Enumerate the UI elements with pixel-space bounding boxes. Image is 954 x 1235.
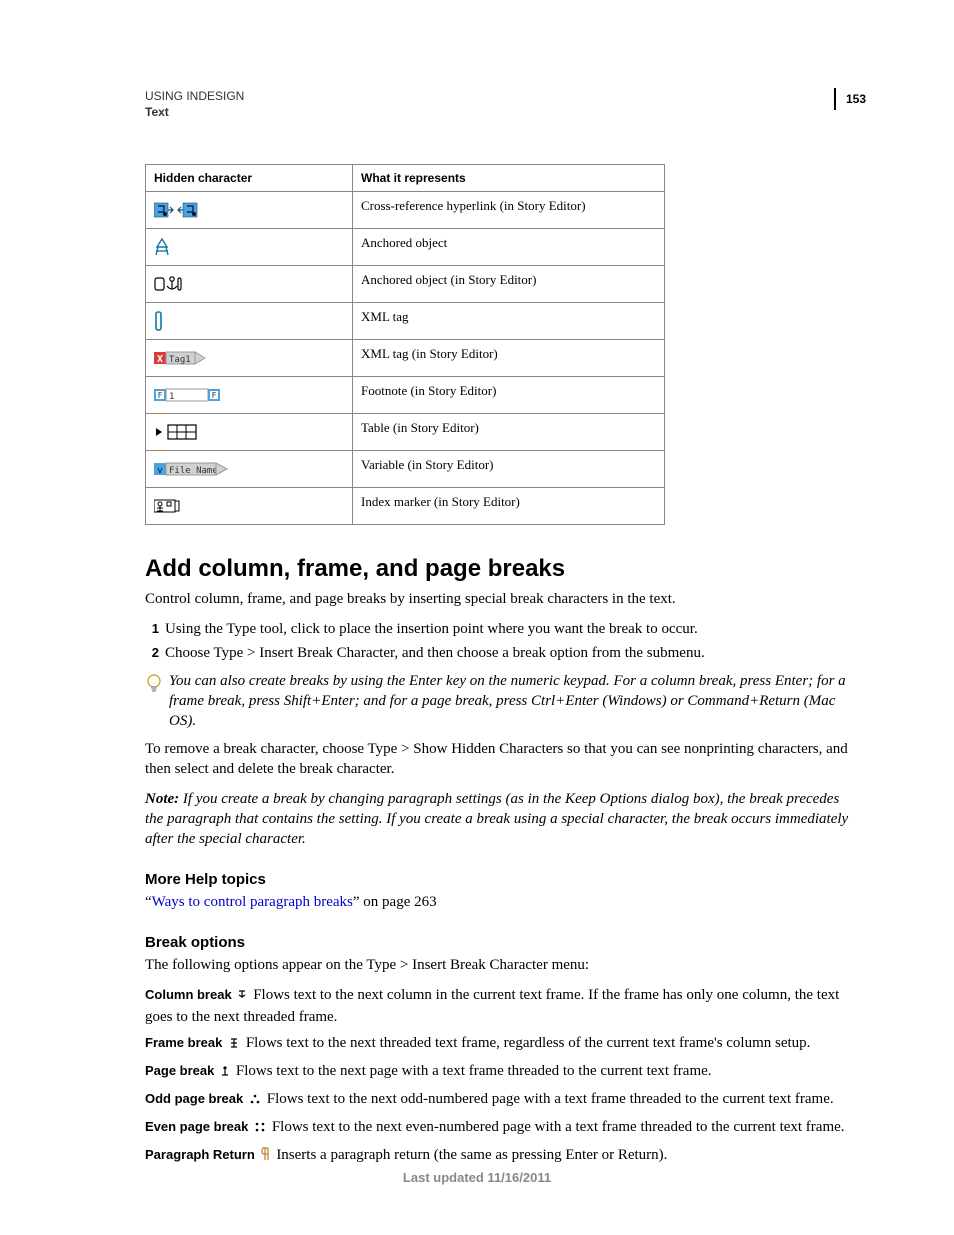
table-row: Cross-reference hyperlink (in Story Edit… (146, 192, 665, 229)
doc-title: USING INDESIGN (145, 88, 854, 104)
footnote-storyeditor-icon: F1F (146, 377, 353, 414)
break-options-heading: Break options (145, 934, 854, 951)
document-header: USING INDESIGN Text (145, 88, 854, 120)
svg-text:1: 1 (169, 392, 174, 402)
svg-text:X: X (157, 354, 163, 365)
step-number: 1 (145, 619, 159, 639)
table-cell-desc: Footnote (in Story Editor) (353, 377, 665, 414)
table-cell-desc: XML tag (in Story Editor) (353, 340, 665, 377)
definition: Column break Flows text to the next colu… (145, 985, 854, 1027)
table-cell-desc: Cross-reference hyperlink (in Story Edit… (353, 192, 665, 229)
remove-break-text: To remove a break character, choose Type… (145, 739, 854, 779)
table-row: Index marker (in Story Editor) (146, 488, 665, 525)
anchored-object-icon (146, 229, 353, 266)
table-row: Anchored object (in Story Editor) (146, 266, 665, 303)
page-break-icon (220, 1063, 230, 1083)
table-row: X Tag1 XML tag (in Story Editor) (146, 340, 665, 377)
index-marker-storyeditor-icon (146, 488, 353, 525)
tip-text: You can also create breaks by using the … (169, 671, 854, 731)
definition: Page break Flows text to the next page w… (145, 1061, 854, 1083)
note-text: If you create a break by changing paragr… (145, 791, 848, 847)
table-cell-desc: Anchored object (353, 229, 665, 266)
definition-term: Even page break (145, 1119, 248, 1134)
xml-tag-storyeditor-icon: X Tag1 (146, 340, 353, 377)
table-row: Anchored object (146, 229, 665, 266)
note: Note: If you create a break by changing … (145, 789, 854, 849)
step-text: Choose Type > Insert Break Character, an… (165, 645, 705, 661)
definition-desc: Flows text to the next page with a text … (236, 1063, 712, 1079)
definition-desc: Inserts a paragraph return (the same as … (276, 1147, 667, 1163)
page: 153 USING INDESIGN Text Hidden character… (0, 0, 954, 1235)
paragraph-return-icon (261, 1147, 271, 1167)
definition: Odd page break Flows text to the next od… (145, 1089, 854, 1111)
definition-desc: Flows text to the next threaded text fra… (246, 1035, 811, 1051)
section-intro: Control column, frame, and page breaks b… (145, 589, 854, 609)
table-header: Hidden character (146, 165, 353, 192)
svg-text:File Name: File Name (169, 466, 218, 476)
definition: Even page break Flows text to the next e… (145, 1117, 854, 1139)
definition-desc: Flows text to the next even-numbered pag… (272, 1119, 845, 1135)
page-number: 153 (834, 88, 866, 110)
table-cell-desc: Index marker (in Story Editor) (353, 488, 665, 525)
definition-term: Frame break (145, 1035, 222, 1050)
variable-storyeditor-icon: v File Name (146, 451, 353, 488)
doc-section: Text (145, 104, 854, 120)
table-storyeditor-icon (146, 414, 353, 451)
break-options-intro: The following options appear on the Type… (145, 955, 854, 975)
table-row: Table (in Story Editor) (146, 414, 665, 451)
definition-term: Paragraph Return (145, 1147, 255, 1162)
footer: Last updated 11/16/2011 (0, 1170, 954, 1185)
hidden-characters-table: Hidden character What it represents Cros… (145, 164, 665, 525)
definition: Frame break Flows text to the next threa… (145, 1033, 854, 1055)
definition-term: Page break (145, 1063, 214, 1078)
lightbulb-icon (145, 671, 169, 731)
xref-link[interactable]: Ways to control paragraph breaks (152, 894, 353, 910)
table-header: What it represents (353, 165, 665, 192)
table-cell-desc: XML tag (353, 303, 665, 340)
even-page-break-icon (254, 1119, 266, 1139)
definition-desc: Flows text to the next column in the cur… (145, 987, 839, 1025)
definition-desc: Flows text to the next odd-numbered page… (267, 1091, 834, 1107)
svg-text:F: F (212, 391, 217, 400)
more-help-line: “Ways to control paragraph breaks” on pa… (145, 892, 854, 912)
table-cell-desc: Anchored object (in Story Editor) (353, 266, 665, 303)
odd-page-break-icon (249, 1091, 261, 1111)
xml-tag-icon (146, 303, 353, 340)
table-row: XML tag (146, 303, 665, 340)
step: 2 Choose Type > Insert Break Character, a… (145, 643, 854, 663)
definition-term: Odd page break (145, 1091, 243, 1106)
note-label: Note: (145, 791, 179, 807)
frame-break-icon (228, 1035, 240, 1055)
steps-list: 1 Using the Type tool, click to place the… (145, 619, 854, 663)
table-row: F1FFootnote (in Story Editor) (146, 377, 665, 414)
step: 1 Using the Type tool, click to place the… (145, 619, 854, 639)
tip: You can also create breaks by using the … (145, 671, 854, 731)
crossref-hyperlink-icon (146, 192, 353, 229)
column-break-icon (237, 987, 247, 1007)
svg-text:Tag1: Tag1 (169, 355, 191, 365)
step-text: Using the Type tool, click to place the … (165, 621, 698, 637)
svg-text:F: F (158, 391, 163, 400)
section-heading: Add column, frame, and page breaks (145, 555, 854, 583)
anchored-object-storyeditor-icon (146, 266, 353, 303)
svg-text:v: v (157, 466, 162, 476)
definition: Paragraph Return Inserts a paragraph ret… (145, 1145, 854, 1167)
definition-term: Column break (145, 987, 232, 1002)
table-row: v File Name Variable (in Story Editor) (146, 451, 665, 488)
step-number: 2 (145, 643, 159, 663)
more-help-heading: More Help topics (145, 871, 854, 888)
table-cell-desc: Variable (in Story Editor) (353, 451, 665, 488)
definition-list: Column break Flows text to the next colu… (145, 985, 854, 1167)
table-cell-desc: Table (in Story Editor) (353, 414, 665, 451)
